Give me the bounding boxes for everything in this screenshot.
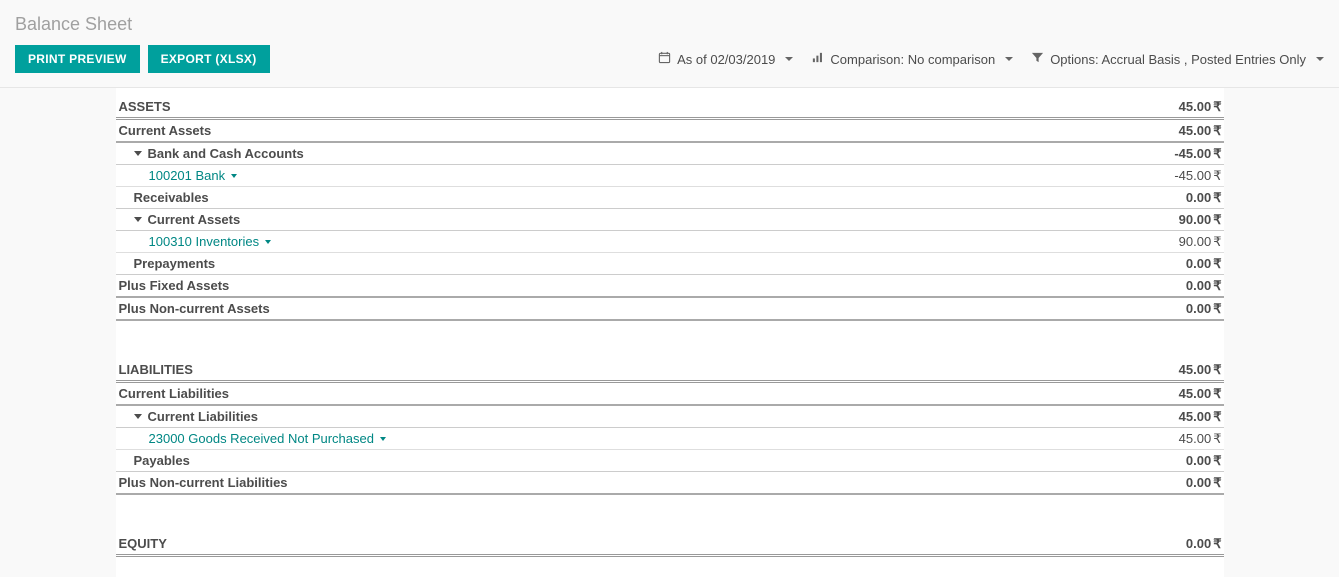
noncurrent-liabilities-value: 0.00₹ [1186,475,1224,491]
current-liabilities-label: Current Liabilities [116,386,1179,401]
inventories-row[interactable]: 100310 Inventories 90.00₹ [116,231,1224,253]
noncurrent-assets-value: 0.00₹ [1186,301,1224,317]
caret-down-icon [134,217,142,222]
comparison-text: Comparison: No comparison [830,52,995,67]
goods-received-value: 45.00₹ [1179,431,1224,447]
noncurrent-assets-row[interactable]: Plus Non-current Assets 0.00₹ [116,298,1224,321]
bank-account-value: -45.00₹ [1174,168,1223,184]
liabilities-heading-value: 45.00₹ [1179,362,1224,378]
liabilities-heading-label: LIABILITIES [116,362,1179,377]
caret-down-icon [134,151,142,156]
current-liabilities-value: 45.00₹ [1179,386,1224,402]
current-liabilities-row[interactable]: Current Liabilities 45.00₹ [116,383,1224,406]
assets-heading-row[interactable]: ASSETS 45.00₹ [116,96,1224,120]
equity-heading-value: 0.00₹ [1186,536,1224,552]
current-assets-row[interactable]: Current Assets 45.00₹ [116,120,1224,143]
caret-down-icon [1005,57,1013,61]
current-liabilities-sub-label: Current Liabilities [116,409,1179,424]
current-assets-sub-value: 90.00₹ [1179,212,1224,228]
fixed-assets-value: 0.00₹ [1186,278,1224,294]
caret-down-icon [134,414,142,419]
bank-cash-row[interactable]: Bank and Cash Accounts -45.00₹ [116,143,1224,165]
page-title: Balance Sheet [15,14,1324,35]
date-filter[interactable]: As of 02/03/2019 [658,51,793,67]
noncurrent-liabilities-label: Plus Non-current Liabilities [116,475,1186,490]
fixed-assets-row[interactable]: Plus Fixed Assets 0.00₹ [116,275,1224,298]
caret-down-icon [265,240,271,244]
equity-heading-row[interactable]: EQUITY 0.00₹ [116,533,1224,557]
current-liabilities-sub-row[interactable]: Current Liabilities 45.00₹ [116,406,1224,428]
inventories-value: 90.00₹ [1179,234,1224,250]
noncurrent-assets-label: Plus Non-current Assets [116,301,1186,316]
assets-heading-value: 45.00₹ [1179,99,1224,115]
options-filter[interactable]: Options: Accrual Basis , Posted Entries … [1031,51,1324,67]
current-liabilities-sub-value: 45.00₹ [1179,409,1224,425]
current-assets-sub-row[interactable]: Current Assets 90.00₹ [116,209,1224,231]
date-prefix: As of 02/03/2019 [677,52,775,67]
bank-account-row[interactable]: 100201 Bank -45.00₹ [116,165,1224,187]
current-assets-label: Current Assets [116,123,1179,138]
caret-down-icon [380,437,386,441]
receivables-label: Receivables [116,190,1186,205]
current-assets-value: 45.00₹ [1179,123,1224,139]
bank-cash-value: -45.00₹ [1174,146,1223,162]
options-text: Options: Accrual Basis , Posted Entries … [1050,52,1306,67]
filter-icon [1031,51,1044,67]
bank-account-label: 100201 Bank [116,168,1175,183]
inventories-label: 100310 Inventories [116,234,1179,249]
caret-down-icon [785,57,793,61]
caret-down-icon [231,174,237,178]
receivables-row[interactable]: Receivables 0.00₹ [116,187,1224,209]
toolbar: PRINT PREVIEW EXPORT (XLSX) As of 02/03/… [0,45,1339,88]
print-preview-button[interactable]: PRINT PREVIEW [15,45,140,73]
noncurrent-liabilities-row[interactable]: Plus Non-current Liabilities 0.00₹ [116,472,1224,495]
export-xlsx-button[interactable]: EXPORT (XLSX) [148,45,270,73]
payables-value: 0.00₹ [1186,453,1224,469]
payables-row[interactable]: Payables 0.00₹ [116,450,1224,472]
bar-chart-icon [811,51,824,67]
receivables-value: 0.00₹ [1186,190,1224,206]
comparison-filter[interactable]: Comparison: No comparison [811,51,1013,67]
prepayments-row[interactable]: Prepayments 0.00₹ [116,253,1224,275]
assets-heading-label: ASSETS [116,99,1179,114]
goods-received-label: 23000 Goods Received Not Purchased [116,431,1179,446]
equity-heading-label: EQUITY [116,536,1186,551]
goods-received-row[interactable]: 23000 Goods Received Not Purchased 45.00… [116,428,1224,450]
caret-down-icon [1316,57,1324,61]
bank-cash-label: Bank and Cash Accounts [116,146,1175,161]
prepayments-label: Prepayments [116,256,1186,271]
fixed-assets-label: Plus Fixed Assets [116,278,1186,293]
calendar-icon [658,51,671,67]
current-assets-sub-label: Current Assets [116,212,1179,227]
prepayments-value: 0.00₹ [1186,256,1224,272]
liabilities-heading-row[interactable]: LIABILITIES 45.00₹ [116,359,1224,383]
payables-label: Payables [116,453,1186,468]
